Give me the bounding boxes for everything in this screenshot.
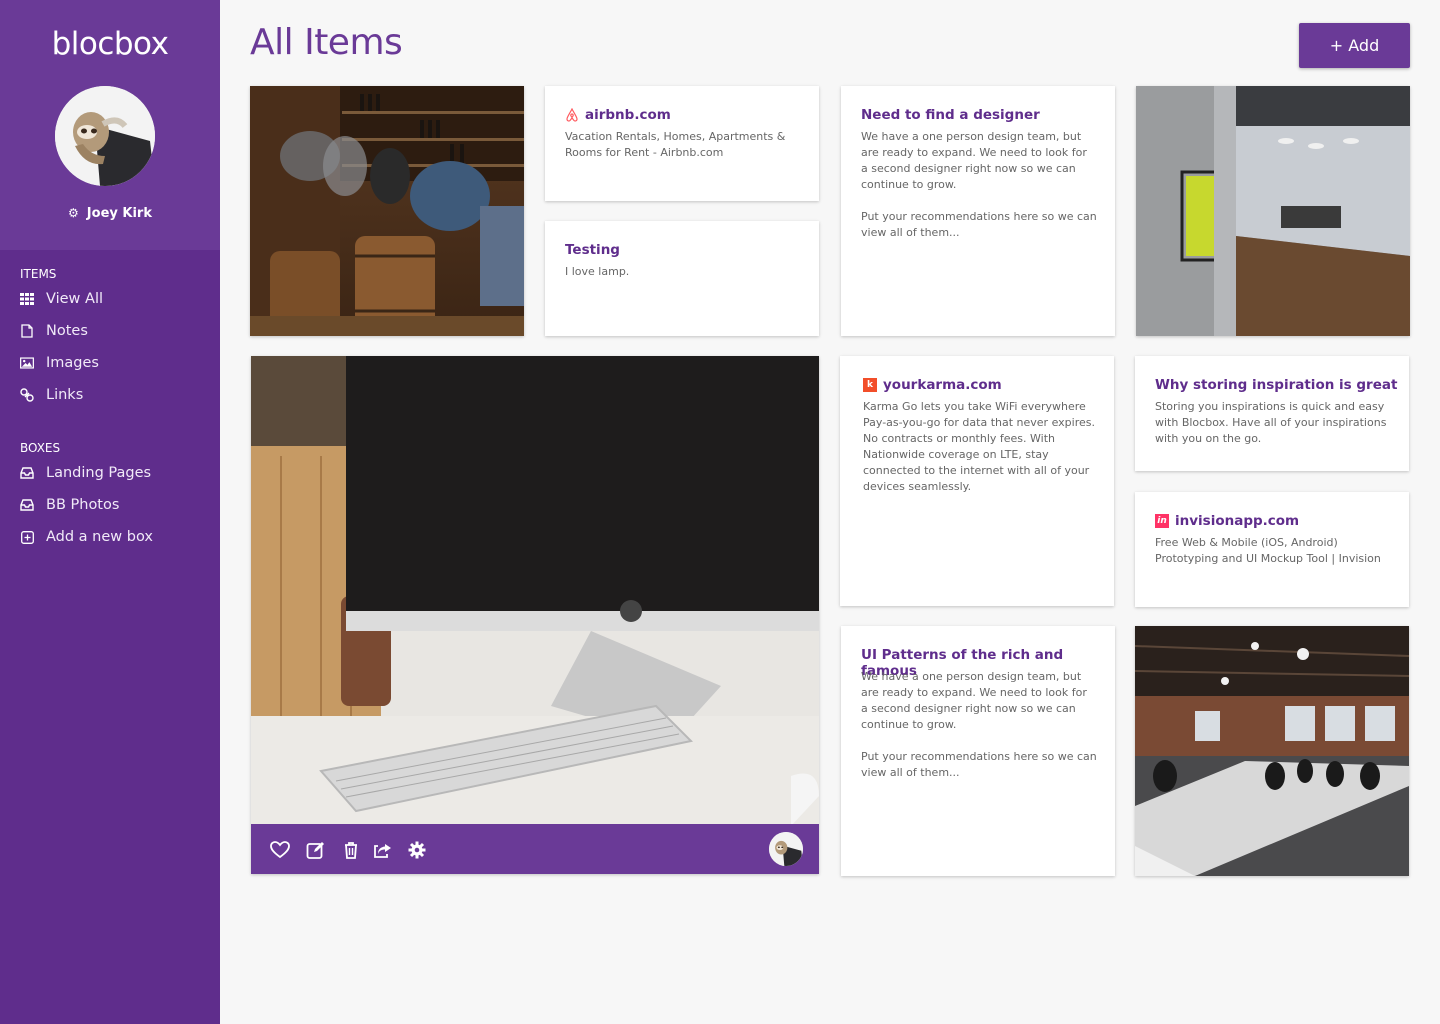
image-toolbar [251, 824, 819, 874]
share-icon[interactable] [373, 840, 393, 860]
sidebar: blocbox ⚙ Joey Kirk ITEMS View All Notes… [0, 0, 220, 1024]
sidebar-item-notes[interactable]: Notes [20, 320, 88, 342]
link-icon [20, 388, 34, 402]
sidebar-item-label: Images [46, 355, 99, 371]
note-card-testing[interactable]: Testing I love lamp. [545, 221, 819, 336]
sidebar-item-label: BB Photos [46, 497, 120, 513]
imac-photo [251, 356, 819, 826]
image-card-open-office[interactable] [1135, 626, 1409, 876]
card-title[interactable]: invisionapp.com [1175, 513, 1299, 529]
heart-icon[interactable] [270, 840, 290, 860]
sidebar-item-label: Notes [46, 323, 88, 339]
open-office-photo [1135, 626, 1409, 876]
gear-icon[interactable] [407, 840, 427, 860]
edit-icon[interactable] [306, 840, 326, 860]
avatar[interactable] [55, 86, 155, 186]
card-body: Free Web & Mobile (iOS, Android) Prototy… [1155, 536, 1381, 565]
logo[interactable]: blocbox [0, 26, 220, 62]
inbox-icon [20, 466, 34, 480]
sidebar-add-box[interactable]: Add a new box [20, 526, 153, 548]
sidebar-item-label: Add a new box [46, 529, 153, 545]
card-body: We have a one person design team, but ar… [861, 130, 1097, 239]
card-body: Storing you inspirations is quick and ea… [1155, 400, 1387, 445]
link-card-invision[interactable]: in invisionapp.com Free Web & Mobile (iO… [1135, 492, 1409, 607]
items-section-label: ITEMS [20, 267, 57, 281]
user-row[interactable]: ⚙ Joey Kirk [0, 206, 220, 221]
invision-logo-icon: in [1155, 514, 1169, 528]
gear-icon[interactable]: ⚙ [68, 206, 79, 220]
sidebar-item-images[interactable]: Images [20, 352, 99, 374]
note-card-ui-patterns[interactable]: UI Patterns of the rich and famous We ha… [841, 626, 1115, 876]
karma-logo-icon: k [863, 378, 877, 392]
sidebar-item-links[interactable]: Links [20, 384, 83, 406]
sidebar-box-bb-photos[interactable]: BB Photos [20, 494, 119, 516]
sidebar-item-label: Landing Pages [46, 465, 152, 481]
sidebar-item-label: View All [46, 291, 103, 307]
card-title[interactable]: airbnb.com [585, 107, 671, 123]
card-body: We have a one person design team, but ar… [861, 670, 1097, 779]
sidebar-item-label: Links [46, 387, 84, 403]
sidebar-box-landing-pages[interactable]: Landing Pages [20, 462, 151, 484]
page-title: All Items [250, 22, 403, 63]
office-photo [1136, 86, 1410, 336]
plus-box-icon [20, 530, 34, 544]
sidebar-profile: blocbox ⚙ Joey Kirk [0, 0, 220, 250]
card-body: Karma Go lets you take WiFi everywhere P… [863, 400, 1095, 493]
note-card-inspiration[interactable]: Why storing inspiration is great Storing… [1135, 356, 1409, 471]
card-title[interactable]: Testing [565, 242, 620, 258]
sloth-avatar-icon [769, 832, 803, 866]
link-card-yourkarma[interactable]: k yourkarma.com Karma Go lets you take W… [840, 356, 1114, 606]
link-card-airbnb[interactable]: airbnb.com Vacation Rentals, Homes, Apar… [545, 86, 819, 201]
card-body: I love lamp. [565, 265, 630, 278]
note-card-designer[interactable]: Need to find a designer We have a one pe… [841, 86, 1115, 336]
trash-icon[interactable] [341, 840, 361, 860]
sidebar-item-view-all[interactable]: View All [20, 288, 103, 310]
sloth-avatar-icon [55, 86, 155, 186]
image-card-imac[interactable] [251, 356, 819, 874]
card-title[interactable]: Need to find a designer [861, 107, 1040, 123]
grid-icon [20, 292, 34, 306]
image-card-bar[interactable] [250, 86, 524, 336]
inbox-icon [20, 498, 34, 512]
add-button[interactable]: + Add [1299, 23, 1410, 68]
card-title[interactable]: Why storing inspiration is great [1155, 377, 1397, 393]
airbnb-logo-icon [565, 108, 579, 122]
bar-photo [250, 86, 524, 336]
user-name: Joey Kirk [86, 206, 152, 221]
card-body: Vacation Rentals, Homes, Apartments & Ro… [565, 130, 786, 159]
note-icon [20, 324, 34, 338]
avatar[interactable] [769, 832, 803, 866]
boxes-section-label: BOXES [20, 441, 61, 455]
image-icon [20, 356, 34, 370]
image-card-office[interactable] [1136, 86, 1410, 336]
card-title[interactable]: yourkarma.com [883, 377, 1002, 393]
